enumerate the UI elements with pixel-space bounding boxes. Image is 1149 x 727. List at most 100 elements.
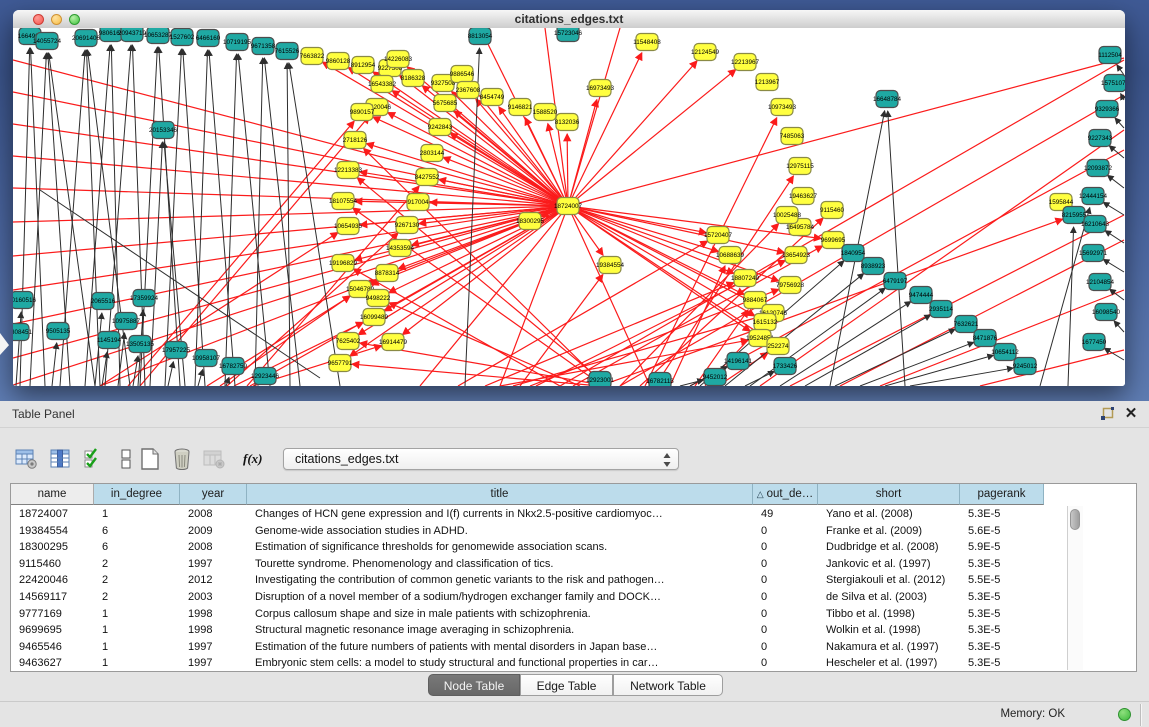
network-canvas[interactable]: 1664904140557242069140698061692094371910… <box>13 28 1125 386</box>
table-cell[interactable]: 9699695 <box>11 622 94 639</box>
network-edge[interactable] <box>133 356 138 386</box>
network-node[interactable]: 20153346 <box>149 122 178 139</box>
table-cell[interactable]: 14569117 <box>11 589 94 606</box>
network-node[interactable]: 2367608 <box>456 82 481 99</box>
network-edge[interactable] <box>1040 208 1090 386</box>
network-node[interactable]: 18107554 <box>329 193 358 210</box>
network-node[interactable]: 7485063 <box>780 128 805 145</box>
table-cell[interactable]: 1 <box>94 655 180 672</box>
table-cell[interactable]: 2008 <box>180 539 247 556</box>
network-edge[interactable] <box>1105 231 1124 243</box>
column-header-out-de-[interactable]: △out_de… <box>753 484 818 505</box>
table-cell[interactable]: 0 <box>753 622 818 639</box>
network-node[interactable]: 16210643 <box>1081 216 1110 233</box>
select-columns-icon[interactable] <box>82 447 106 471</box>
table-cell[interactable]: 0 <box>753 606 818 623</box>
table-row[interactable]: 969969511998Structural magnetic resonanc… <box>11 622 1136 639</box>
network-node[interactable]: 9498222 <box>366 290 391 307</box>
table-cell[interactable]: 0 <box>753 523 818 540</box>
network-node[interactable]: 12093872 <box>1084 160 1113 177</box>
network-node[interactable]: 17957225 <box>162 342 191 359</box>
network-node[interactable]: 9474444 <box>909 287 934 304</box>
column-header-title[interactable]: title <box>247 484 753 505</box>
table-cell[interactable]: 5.9E-5 <box>960 539 1044 556</box>
table-row[interactable]: 911546021997Tourette syndrome. Phenomeno… <box>11 556 1136 573</box>
network-edge[interactable] <box>530 289 779 386</box>
network-node[interactable]: 20160516 <box>13 292 36 309</box>
network-node[interactable]: 12213967 <box>731 54 760 71</box>
table-row[interactable]: 977716911998Corpus callosum shape and si… <box>11 606 1136 623</box>
network-edge[interactable] <box>568 53 642 206</box>
network-node[interactable]: 13308451 <box>13 324 32 341</box>
network-edge[interactable] <box>52 343 57 386</box>
network-node[interactable]: 1615132 <box>753 314 778 331</box>
network-node[interactable]: 15723046 <box>554 28 583 42</box>
network-node[interactable]: 16914479 <box>379 334 408 351</box>
table-row[interactable]: 1830029562008Estimation of significance … <box>11 539 1136 556</box>
table-vertical-scrollbar[interactable] <box>1067 506 1083 670</box>
table-row[interactable]: 2242004622012Investigating the contribut… <box>11 572 1136 589</box>
table-cell[interactable]: Nakamura et al. (1997) <box>818 639 960 656</box>
table-cell[interactable]: 0 <box>753 639 818 656</box>
table-cell[interactable]: 5.3E-5 <box>960 655 1044 672</box>
network-edge[interactable] <box>198 370 203 386</box>
table-cell[interactable]: Genome-wide association studies in ADHD. <box>247 523 753 540</box>
table-cell[interactable]: Estimation of significance thresholds fo… <box>247 539 753 556</box>
network-node[interactable]: 10973493 <box>768 99 797 116</box>
tab-edge-table[interactable]: Edge Table <box>520 674 613 696</box>
table-cell[interactable]: 1998 <box>180 606 247 623</box>
network-node[interactable]: 10653287 <box>144 28 173 44</box>
network-node[interactable]: 18300295 <box>516 213 545 230</box>
table-cell[interactable]: 6 <box>94 539 180 556</box>
table-cell[interactable]: 18300295 <box>11 539 94 556</box>
network-node[interactable]: 16648784 <box>873 91 902 108</box>
network-node[interactable]: 15692971 <box>1079 245 1108 262</box>
network-node[interactable]: 9329366 <box>1095 101 1120 118</box>
network-node[interactable]: 1840954 <box>841 245 866 262</box>
function-builder-icon[interactable]: f(x) <box>243 447 273 471</box>
table-cell[interactable]: 2009 <box>180 523 247 540</box>
network-node[interactable]: 15720407 <box>704 227 733 244</box>
network-node[interactable]: 9860128 <box>326 53 351 70</box>
table-cell[interactable]: 1997 <box>180 655 247 672</box>
network-node[interactable]: 9699695 <box>821 232 846 249</box>
table-cell[interactable]: Yano et al. (2008) <box>818 506 960 523</box>
table-cell[interactable]: Structural magnetic resonance image aver… <box>247 622 753 639</box>
table-cell[interactable]: Jankovic et al. (1997) <box>818 556 960 573</box>
table-cell[interactable]: 2 <box>94 556 180 573</box>
row-height-icon[interactable] <box>114 447 138 471</box>
network-edge[interactable] <box>1068 227 1074 386</box>
table-cell[interactable]: Corpus callosum shape and size in male p… <box>247 606 753 623</box>
table-cell[interactable]: Wolkin et al. (1998) <box>818 622 960 639</box>
column-header-year[interactable]: year <box>180 484 247 505</box>
network-edge[interactable] <box>1108 175 1124 188</box>
network-node[interactable]: 9267130 <box>395 217 420 234</box>
tab-node-table[interactable]: Node Table <box>428 674 520 696</box>
network-node[interactable]: 8186328 <box>401 70 426 87</box>
table-cell[interactable]: 5.3E-5 <box>960 506 1044 523</box>
table-row[interactable]: 1456911722003Disruption of a novel membe… <box>11 589 1136 606</box>
table-cell[interactable]: 0 <box>753 556 818 573</box>
network-node[interactable]: 9146821 <box>508 99 533 116</box>
network-node[interactable]: 10719195 <box>223 34 252 51</box>
network-node[interactable]: 1677450 <box>1082 334 1107 351</box>
table-cell[interactable]: 9777169 <box>11 606 94 623</box>
tab-network-table[interactable]: Network Table <box>613 674 723 696</box>
table-cell[interactable]: 2 <box>94 589 180 606</box>
network-node[interactable]: 9115460 <box>820 202 845 219</box>
table-selector-dropdown[interactable]: citations_edges.txt <box>283 448 679 470</box>
table-cell[interactable]: 5.3E-5 <box>960 606 1044 623</box>
network-node[interactable]: 16099489 <box>360 309 389 326</box>
network-node[interactable]: 16782759 <box>219 358 248 375</box>
network-node[interactable]: 10688639 <box>716 247 745 264</box>
network-node[interactable]: 19196829 <box>329 255 358 272</box>
table-cell[interactable]: 1 <box>94 622 180 639</box>
table-cell[interactable]: 2003 <box>180 589 247 606</box>
network-node[interactable]: 10654935 <box>334 218 363 235</box>
network-node[interactable]: 252274 <box>767 338 789 355</box>
network-node[interactable]: 14226083 <box>384 51 413 68</box>
table-cell[interactable]: 49 <box>753 506 818 523</box>
network-node[interactable]: 2065516 <box>91 293 116 310</box>
network-node[interactable]: 8878314 <box>375 265 400 282</box>
network-node[interactable]: 7663822 <box>300 48 325 65</box>
